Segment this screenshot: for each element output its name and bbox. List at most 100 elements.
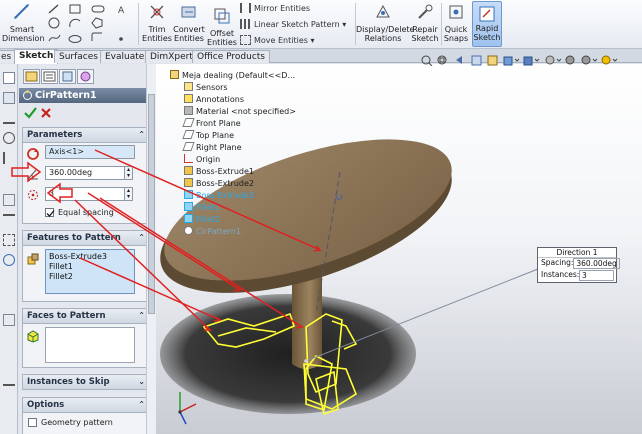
apply-scene-icon[interactable]: [581, 55, 598, 65]
sketch-tool-icon[interactable]: [3, 72, 15, 84]
scrollbar-thumb[interactable]: [148, 94, 155, 314]
view-settings-icon[interactable]: [601, 55, 618, 65]
manager-tabs: [19, 67, 155, 85]
quick-snaps-button[interactable]: Quick Snaps: [442, 2, 470, 43]
tab-surfaces[interactable]: Surfaces: [54, 50, 103, 63]
tree-item-boss-extrude1[interactable]: Boss-Extrude1: [184, 166, 254, 176]
sketch-tool-icon[interactable]: [3, 92, 15, 104]
faces-list[interactable]: [45, 327, 135, 363]
faces-to-pattern-title: Faces to Pattern: [27, 311, 106, 321]
faces-icon: [27, 330, 39, 343]
collapse-icon[interactable]: ⌃: [138, 128, 145, 142]
property-manager-scrollbar[interactable]: [146, 64, 156, 434]
trim-entities-button[interactable]: Trim Entities: [142, 2, 172, 43]
tree-item-right-plane[interactable]: Right Plane: [182, 142, 242, 152]
tree-item-fillet2[interactable]: Fillet2: [184, 214, 220, 224]
ok-check-icon[interactable]: [24, 107, 37, 119]
sketch-tool-icon[interactable]: [3, 214, 15, 226]
tree-root[interactable]: Meja dealing (Default<<D...: [170, 70, 295, 80]
pattern-axis-field[interactable]: Axis<1>: [45, 145, 135, 159]
features-to-pattern-header[interactable]: Features to Pattern ⌃: [23, 231, 149, 246]
linear-sketch-pattern-label: Linear Sketch Pattern: [254, 20, 340, 29]
tab-office-products[interactable]: Office Products: [192, 50, 270, 63]
features-list[interactable]: Boss-Extrude3 Fillet1 Fillet2: [45, 249, 135, 294]
sketch-tool-icon[interactable]: [3, 112, 15, 124]
tree-item-material[interactable]: Material <not specified>: [184, 106, 296, 116]
smart-dimension-button[interactable]: Smart Dimension: [2, 2, 45, 43]
zoom-to-area-icon[interactable]: [437, 55, 447, 65]
faces-to-pattern-section: Faces to Pattern ⌃: [22, 308, 150, 368]
linear-sketch-pattern-button[interactable]: Linear Sketch Pattern ▾: [240, 19, 346, 31]
expand-icon[interactable]: ⌄: [138, 375, 145, 389]
move-entities-button[interactable]: Move Entities ▾: [240, 35, 315, 47]
tree-item-fillet1[interactable]: Fillet1: [184, 202, 220, 212]
list-item[interactable]: Fillet1: [46, 262, 134, 272]
view-orientation-icon[interactable]: [503, 56, 520, 66]
geometry-pattern-checkbox[interactable]: [28, 418, 37, 427]
graphics-area[interactable]: Direction 1 Spacing: 360.00deg Instances:…: [156, 64, 642, 434]
tree-item-top-plane[interactable]: Top Plane: [182, 130, 234, 140]
display-style-icon[interactable]: [523, 56, 540, 66]
sketch-entities-grid[interactable]: A: [46, 3, 134, 45]
convert-entities-button[interactable]: Convert Entities: [173, 2, 205, 43]
mirror-entities-button[interactable]: Mirror Entities: [240, 3, 310, 15]
list-item[interactable]: Boss-Extrude3: [46, 252, 134, 262]
tree-item-sensors[interactable]: Sensors: [184, 82, 228, 92]
section-view-icon[interactable]: [471, 55, 482, 66]
hide-show-items-icon[interactable]: [545, 55, 562, 65]
repair-sketch-icon: [418, 4, 433, 19]
tree-item-origin[interactable]: Origin: [184, 154, 220, 164]
angle-input[interactable]: 360.00deg: [45, 166, 125, 180]
sketch-tool-icon[interactable]: [3, 194, 15, 206]
dropdown-arrow-icon[interactable]: ▾: [308, 36, 314, 45]
spacing-value[interactable]: 360.00deg: [573, 258, 620, 269]
feature-manager-tab-icon[interactable]: [23, 69, 40, 84]
tab-sketch[interactable]: Sketch: [14, 49, 59, 64]
tab-evaluate[interactable]: Evaluate: [100, 50, 150, 63]
repair-sketch-button[interactable]: Repair Sketch: [410, 2, 440, 43]
tab-dimxpert[interactable]: DimXpert: [145, 50, 198, 63]
collapse-icon[interactable]: ⌃: [138, 231, 145, 245]
previous-view-icon[interactable]: [456, 56, 462, 64]
sketch-tool-icon[interactable]: [3, 254, 15, 266]
tree-item-boss-extrude2[interactable]: Boss-Extrude2: [184, 178, 254, 188]
sketch-tool-icon[interactable]: [3, 152, 15, 164]
options-header[interactable]: Options ⌃: [23, 398, 149, 413]
dropdown-arrow-icon[interactable]: ▾: [340, 20, 346, 29]
sketch-tool-icon[interactable]: [3, 374, 15, 386]
offset-entities-button[interactable]: Offset Entities: [206, 6, 238, 47]
display-delete-relations-button[interactable]: Display/Delete Relations: [356, 2, 414, 43]
sketch-tool-icon[interactable]: [3, 314, 15, 326]
angle-spinner[interactable]: ▴ ▾: [124, 166, 133, 180]
display-manager-tab-icon[interactable]: [77, 69, 94, 84]
zoom-to-fit-icon[interactable]: [421, 55, 433, 66]
tree-item-front-plane[interactable]: Front Plane: [182, 118, 241, 128]
circular-pattern-icon: [23, 90, 32, 100]
reverse-direction-icon[interactable]: [26, 147, 40, 161]
dynamic-annotation-icon[interactable]: [487, 55, 498, 66]
parameters-header[interactable]: Parameters ⌃: [23, 128, 149, 143]
list-item[interactable]: Fillet2: [46, 272, 134, 282]
tree-item-label: Front Plane: [196, 119, 241, 128]
instances-to-skip-header[interactable]: Instances to Skip ⌄: [23, 375, 149, 390]
edit-appearance-icon[interactable]: [565, 55, 575, 65]
sketch-tool-icon[interactable]: [3, 132, 15, 144]
collapse-icon[interactable]: ⌃: [138, 309, 145, 323]
tree-item-cirpattern1[interactable]: CirPattern1: [184, 226, 241, 236]
sketch-tools-strip: [0, 64, 18, 434]
instances-value[interactable]: 3: [579, 270, 614, 281]
configuration-manager-tab-icon[interactable]: [59, 69, 76, 84]
instances-spinner[interactable]: ▴ ▾: [124, 187, 133, 201]
tree-item-boss-extrude3[interactable]: Boss-Extrude3: [184, 190, 254, 200]
tree-item-annotations[interactable]: Annotations: [184, 94, 244, 104]
rapid-sketch-button[interactable]: Rapid Sketch: [472, 1, 502, 47]
sketch-tool-icon[interactable]: [3, 234, 15, 246]
faces-to-pattern-header[interactable]: Faces to Pattern ⌃: [23, 309, 149, 324]
property-manager-tab-icon[interactable]: [41, 69, 58, 84]
instances-input[interactable]: 3: [45, 187, 125, 201]
collapse-icon[interactable]: ⌃: [138, 398, 145, 412]
cancel-x-icon[interactable]: [41, 108, 51, 118]
equal-spacing-checkbox[interactable]: [45, 208, 55, 217]
slot-icon: [91, 5, 105, 13]
tree-item-label: Annotations: [196, 95, 245, 104]
